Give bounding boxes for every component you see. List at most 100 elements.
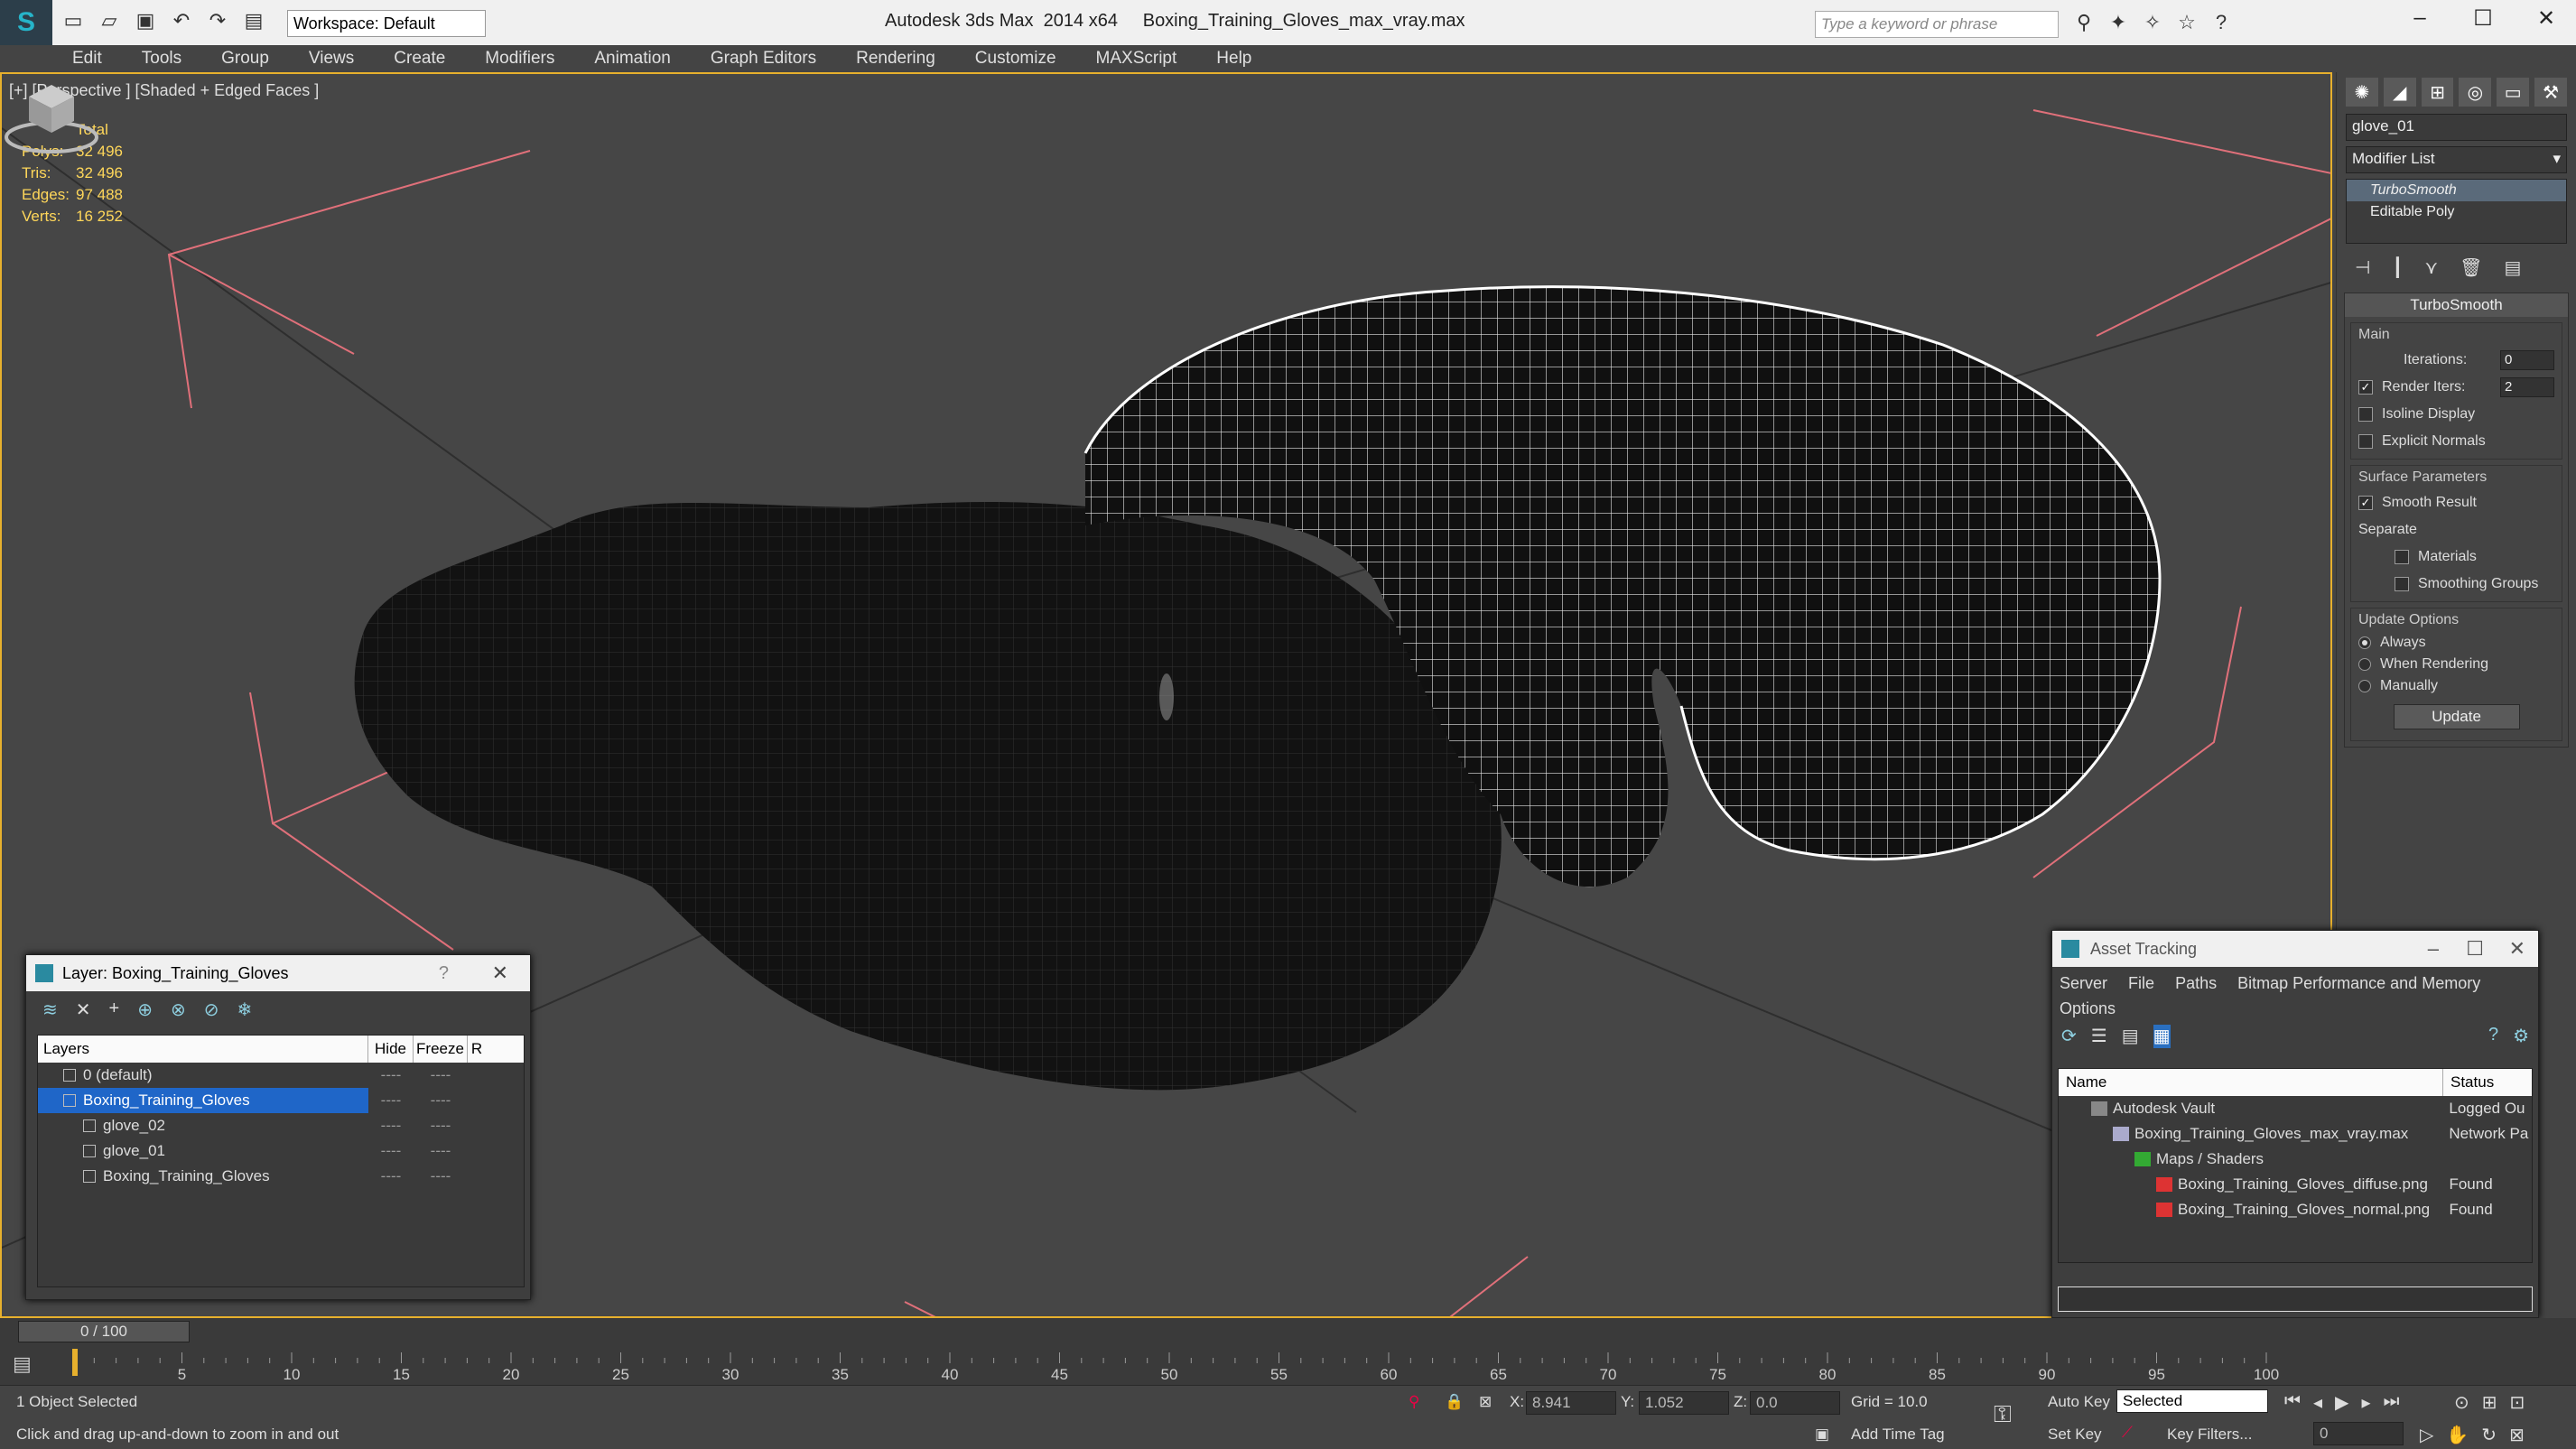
menu-graph-editors[interactable]: Graph Editors — [691, 45, 836, 72]
hide-toggle[interactable]: ---- — [368, 1113, 414, 1138]
hide-toggle[interactable]: ---- — [368, 1063, 414, 1088]
menu-modifiers[interactable]: Modifiers — [465, 45, 574, 72]
absolute-mode-icon[interactable]: ⊠ — [1479, 1393, 1492, 1411]
close-icon[interactable]: ✕ — [2528, 5, 2564, 32]
menu-tools[interactable]: Tools — [122, 45, 201, 72]
menu-group[interactable]: Group — [201, 45, 289, 72]
col-name[interactable]: Name — [2059, 1069, 2443, 1096]
col-status[interactable]: Status — [2443, 1069, 2494, 1096]
zoom-extents-icon[interactable]: ⊡ — [2510, 1391, 2525, 1414]
new-layer-icon[interactable]: ≋ — [42, 999, 58, 1020]
help-icon[interactable]: ? — [2209, 11, 2233, 34]
orbit-icon[interactable]: ↻ — [2481, 1424, 2497, 1446]
table-view-icon[interactable]: ▦ — [2153, 1025, 2171, 1048]
menu-maxscript[interactable]: MAXScript — [1076, 45, 1197, 72]
col-hide[interactable]: Hide — [368, 1036, 414, 1063]
current-frame-field[interactable]: 0 — [2313, 1422, 2404, 1445]
table-row[interactable]: glove_01 ---- ---- — [38, 1138, 524, 1164]
display-tab-icon[interactable]: ▭ — [2497, 78, 2530, 107]
lock-selection-icon[interactable]: 🔒 — [1445, 1393, 1464, 1411]
create-tab-icon[interactable]: ✺ — [2346, 78, 2378, 107]
freeze-toggle[interactable]: ---- — [414, 1063, 468, 1088]
menu-views[interactable]: Views — [289, 45, 374, 72]
add-to-layer-icon[interactable]: + — [109, 999, 120, 1020]
asset-maximize-icon[interactable]: ☐ — [2466, 931, 2484, 967]
pin-stack-icon[interactable]: ⊣ — [2355, 256, 2370, 278]
minimize-icon[interactable]: – — [2402, 5, 2438, 31]
current-frame-marker[interactable] — [72, 1349, 78, 1376]
motion-tab-icon[interactable]: ◎ — [2459, 78, 2492, 107]
when-rendering-radio[interactable] — [2358, 658, 2371, 671]
project-folder-icon[interactable]: ▤ — [240, 7, 267, 34]
materials-checkbox[interactable] — [2395, 550, 2409, 564]
x-coordinate-field[interactable]: 8.941 — [1526, 1391, 1616, 1415]
hide-toggle[interactable]: ---- — [368, 1088, 414, 1113]
menu-animation[interactable]: Animation — [574, 45, 691, 72]
subscription-icon[interactable]: ✦ — [2106, 11, 2130, 34]
delete-layer-icon[interactable]: ✕ — [76, 999, 91, 1020]
isoline-display-checkbox[interactable] — [2358, 407, 2373, 422]
asset-window-titlebar[interactable]: Asset Tracking – ☐ ✕ — [2052, 931, 2538, 967]
mini-curve-editor-icon[interactable]: ▤ — [13, 1352, 32, 1376]
workspace-dropdown[interactable]: Workspace: Default — [287, 10, 486, 37]
rollout-title[interactable]: TurboSmooth — [2345, 293, 2568, 317]
communication-icon[interactable]: ✧ — [2141, 11, 2164, 34]
col-render[interactable]: R — [468, 1036, 486, 1063]
table-row[interactable]: glove_02 ---- ---- — [38, 1113, 524, 1138]
layer-window-titlebar[interactable]: Layer: Boxing_Training_Gloves ? ✕ — [26, 955, 530, 991]
table-row[interactable]: Boxing_Training_Gloves ---- ---- — [38, 1164, 524, 1189]
set-key-icon[interactable]: ⟋ — [2122, 1424, 2133, 1442]
stack-item-turbosmooth[interactable]: TurboSmooth — [2347, 180, 2566, 201]
table-row[interactable]: Boxing_Training_Gloves_normal.png Found — [2059, 1197, 2532, 1222]
freeze-toggle[interactable]: ---- — [414, 1113, 468, 1138]
asset-menu-bitmap[interactable]: Bitmap Performance and Memory — [2237, 974, 2480, 992]
maximize-viewport-icon[interactable]: ⊠ — [2509, 1424, 2525, 1446]
asset-settings-icon[interactable]: ⚙ — [2513, 1025, 2529, 1048]
asset-menu-paths[interactable]: Paths — [2175, 974, 2217, 992]
save-icon[interactable]: ▣ — [132, 7, 159, 34]
modify-tab-icon[interactable]: ◢ — [2383, 78, 2416, 107]
col-layers[interactable]: Layers — [38, 1036, 368, 1063]
stack-item-editable-poly[interactable]: Editable Poly — [2347, 201, 2566, 223]
menu-create[interactable]: Create — [374, 45, 465, 72]
asset-minimize-icon[interactable]: – — [2428, 931, 2439, 967]
next-frame-icon[interactable]: ▸ — [2361, 1391, 2370, 1414]
highlight-layer-icon[interactable]: ⊗ — [171, 999, 186, 1020]
set-key-button[interactable]: Set Key — [2048, 1426, 2102, 1444]
zoom-icon[interactable]: ⊙ — [2454, 1391, 2469, 1414]
pin-icon[interactable]: ⚲ — [1409, 1393, 1419, 1411]
new-file-icon[interactable]: ▭ — [60, 7, 87, 34]
tree-view-icon[interactable]: ▤ — [2122, 1025, 2139, 1048]
asset-path-field[interactable] — [2058, 1286, 2533, 1312]
track-bar[interactable]: ▤ 5 10 15 20 25 30 35 40 45 50 55 60 65 70 75 80 85 90 95 1… — [0, 1345, 2576, 1385]
hierarchy-tab-icon[interactable]: ⊞ — [2421, 78, 2454, 107]
table-row[interactable]: Boxing_Training_Gloves_max_vray.max Netw… — [2059, 1121, 2532, 1147]
viewcube-icon[interactable] — [2, 74, 101, 155]
object-name-field[interactable]: glove_01 — [2346, 114, 2567, 141]
layer-close-icon[interactable]: ✕ — [492, 955, 508, 991]
update-button[interactable]: Update — [2393, 704, 2520, 729]
make-unique-icon[interactable]: ⋎ — [2424, 256, 2438, 278]
field-of-view-icon[interactable]: ▷ — [2420, 1424, 2433, 1446]
redo-icon[interactable]: ↷ — [204, 7, 231, 34]
menu-rendering[interactable]: Rendering — [836, 45, 955, 72]
hide-toggle[interactable]: ---- — [368, 1164, 414, 1189]
always-radio[interactable] — [2358, 636, 2371, 649]
menu-customize[interactable]: Customize — [955, 45, 1076, 72]
hide-toggle[interactable]: ---- — [368, 1138, 414, 1164]
key-icon[interactable]: ⚿ — [1994, 1400, 2012, 1429]
table-row[interactable]: 0 (default) ---- ---- — [38, 1063, 524, 1088]
smoothing-groups-checkbox[interactable] — [2395, 577, 2409, 591]
freeze-toggle[interactable]: ---- — [414, 1088, 468, 1113]
render-iters-spinner[interactable]: 2 — [2500, 377, 2554, 397]
maximize-icon[interactable]: ☐ — [2465, 5, 2501, 32]
time-slider[interactable]: 0 / 100 — [18, 1321, 190, 1342]
show-end-result-icon[interactable]: ┃ — [2392, 256, 2403, 278]
key-filters-button[interactable]: Key Filters... — [2167, 1426, 2252, 1444]
remove-modifier-icon[interactable]: 🗑 — [2460, 256, 2482, 278]
menu-edit[interactable]: Edit — [52, 45, 122, 72]
menu-help[interactable]: Help — [1196, 45, 1271, 72]
table-row[interactable]: Boxing_Training_Gloves ---- ---- — [38, 1088, 524, 1113]
refresh-icon[interactable]: ⟳ — [2061, 1025, 2077, 1048]
play-icon[interactable]: ▶ — [2335, 1391, 2348, 1414]
